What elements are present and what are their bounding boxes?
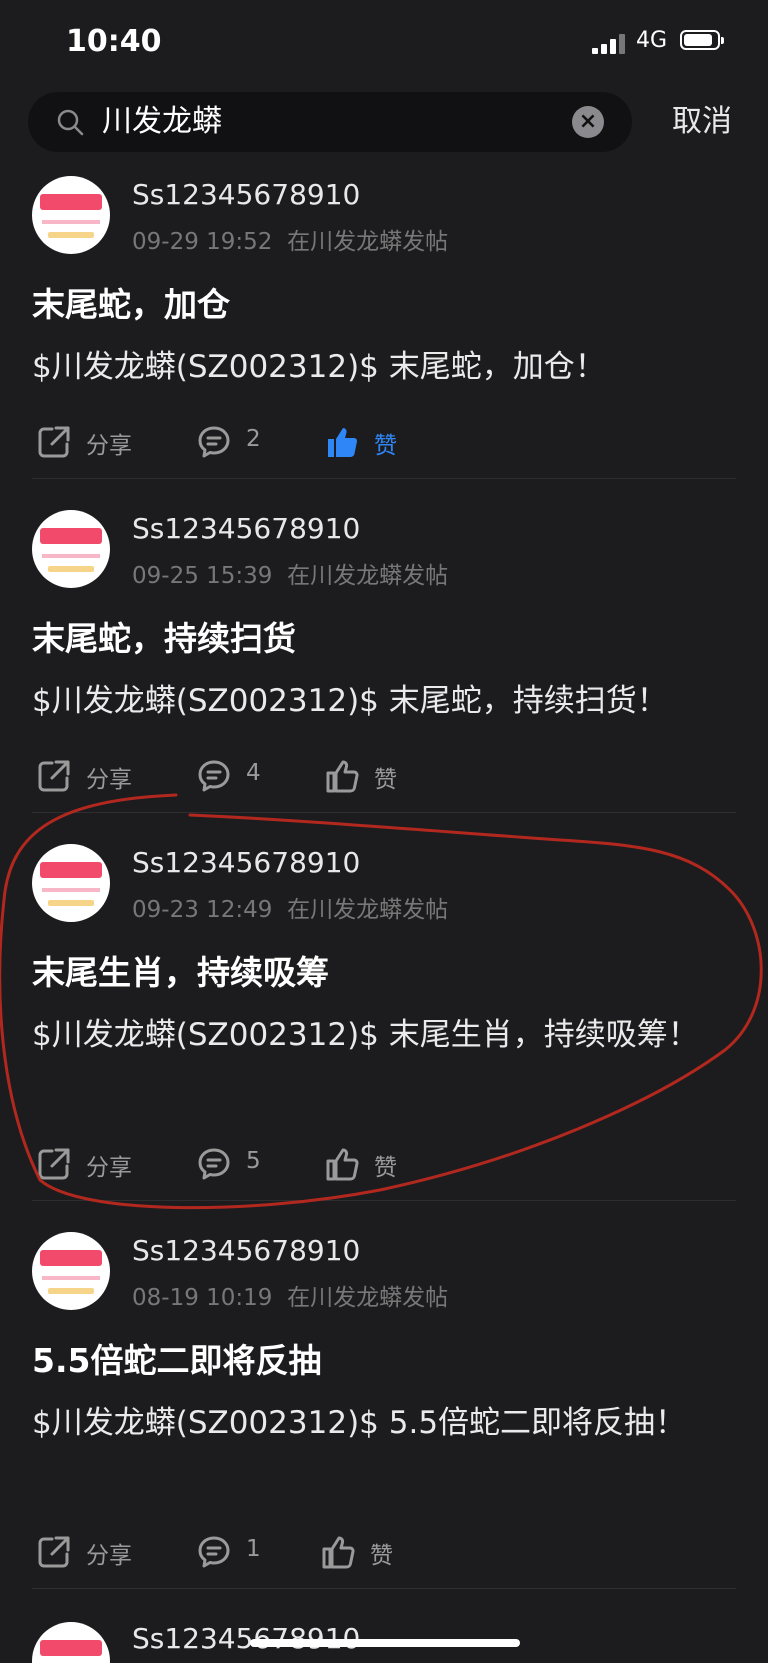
post-location[interactable]: 在川发龙蟒发帖 bbox=[287, 1285, 448, 1311]
search-bar[interactable]: 川发龙蟒 × bbox=[28, 92, 632, 152]
divider bbox=[32, 812, 736, 813]
comment-button[interactable]: 2 bbox=[196, 416, 276, 466]
post-location[interactable]: 在川发龙蟒发帖 bbox=[287, 229, 448, 255]
comment-count: 1 bbox=[246, 1536, 261, 1562]
avatar[interactable] bbox=[32, 1232, 110, 1310]
thumbs-up-icon bbox=[326, 1148, 359, 1181]
battery-icon bbox=[680, 30, 724, 50]
thumbs-up-icon bbox=[322, 1536, 355, 1569]
post-date: 08-19 10:19 bbox=[132, 1285, 273, 1311]
username[interactable]: Ss12345678910 bbox=[132, 178, 360, 211]
divider bbox=[32, 1200, 736, 1201]
comment-count: 4 bbox=[246, 760, 261, 786]
share-button[interactable]: 分享 bbox=[36, 750, 136, 800]
username[interactable]: Ss12345678910 bbox=[132, 846, 360, 879]
post-title[interactable]: 5.5倍蛇二即将反抽 bbox=[32, 1334, 321, 1382]
post-actions: 分享 5 赞 bbox=[0, 1138, 768, 1188]
clear-icon[interactable]: × bbox=[572, 106, 604, 138]
username[interactable]: Ss12345678910 bbox=[132, 1234, 360, 1267]
like-label: 赞 bbox=[374, 1155, 397, 1181]
post-date: 09-25 15:39 bbox=[132, 563, 273, 589]
share-label: 分享 bbox=[86, 433, 132, 459]
share-label: 分享 bbox=[86, 767, 132, 793]
comment-button[interactable]: 5 bbox=[196, 1138, 276, 1188]
post-card[interactable]: Ss12345678910 08-19 10:19 在川发龙蟒发帖 5.5倍蛇二… bbox=[0, 1228, 768, 1588]
search-input[interactable]: 川发龙蟒 bbox=[102, 102, 222, 142]
thumbs-up-icon bbox=[326, 760, 359, 793]
share-label: 分享 bbox=[86, 1155, 132, 1181]
thumbs-up-icon bbox=[328, 428, 358, 458]
post-body[interactable]: $川发龙蟒(SZ002312)$ 末尾蛇，加仓！ bbox=[32, 344, 742, 390]
comment-count: 2 bbox=[246, 426, 261, 452]
post-actions: 分享 2 赞 bbox=[0, 416, 768, 466]
share-icon bbox=[38, 1148, 70, 1180]
cancel-button[interactable]: 取消 bbox=[672, 100, 732, 144]
avatar[interactable] bbox=[32, 844, 110, 922]
post-card[interactable]: Ss12345678910 09-23 12:49 在川发龙蟒发帖 末尾生肖，持… bbox=[0, 840, 768, 1200]
like-button[interactable]: 赞 bbox=[324, 750, 404, 800]
like-label: 赞 bbox=[370, 1543, 393, 1569]
search-icon bbox=[57, 109, 84, 136]
share-label: 分享 bbox=[86, 1543, 132, 1569]
comment-icon bbox=[198, 1536, 230, 1568]
like-label: 赞 bbox=[374, 433, 397, 459]
comment-icon bbox=[198, 1148, 230, 1180]
post-card[interactable]: Ss12345678910 09-25 15:39 在川发龙蟒发帖 末尾蛇，持续… bbox=[0, 506, 768, 812]
post-location[interactable]: 在川发龙蟒发帖 bbox=[287, 897, 448, 923]
post-body[interactable]: $川发龙蟒(SZ002312)$ 末尾蛇，持续扫货！ bbox=[32, 678, 742, 724]
avatar[interactable] bbox=[32, 510, 110, 588]
share-button[interactable]: 分享 bbox=[36, 1526, 136, 1576]
home-indicator[interactable] bbox=[250, 1639, 520, 1647]
post-body[interactable]: $川发龙蟒(SZ002312)$ 末尾生肖，持续吸筹！ bbox=[32, 1012, 742, 1058]
post-card[interactable]: Ss12345678910 09-29 19:52 在川发龙蟒发帖 末尾蛇，加仓… bbox=[0, 172, 768, 478]
comment-icon bbox=[198, 760, 230, 792]
post-meta: 09-25 15:39 在川发龙蟒发帖 bbox=[132, 556, 448, 590]
post-date: 09-23 12:49 bbox=[132, 897, 273, 923]
like-button[interactable]: 赞 bbox=[324, 416, 404, 466]
status-time: 10:40 bbox=[66, 24, 162, 59]
network-label: 4G bbox=[636, 28, 668, 53]
like-button[interactable]: 赞 bbox=[324, 1138, 404, 1188]
like-label: 赞 bbox=[374, 767, 397, 793]
comment-button[interactable]: 4 bbox=[196, 750, 276, 800]
share-icon bbox=[38, 426, 70, 458]
post-meta: 09-23 12:49 在川发龙蟒发帖 bbox=[132, 890, 448, 924]
like-button[interactable]: 赞 bbox=[320, 1526, 400, 1576]
post-actions: 分享 1 赞 bbox=[0, 1526, 768, 1576]
divider bbox=[32, 478, 736, 479]
share-icon bbox=[38, 1536, 70, 1568]
comment-count: 5 bbox=[246, 1148, 261, 1174]
comment-icon bbox=[198, 426, 230, 458]
comment-button[interactable]: 1 bbox=[196, 1526, 276, 1576]
post-body[interactable]: $川发龙蟒(SZ002312)$ 5.5倍蛇二即将反抽！ bbox=[32, 1400, 742, 1446]
signal-icon bbox=[592, 34, 626, 54]
status-bar: 10:40 4G bbox=[0, 0, 768, 86]
post-meta: 09-29 19:52 在川发龙蟒发帖 bbox=[132, 222, 448, 256]
avatar[interactable] bbox=[32, 1622, 110, 1663]
post-title[interactable]: 末尾蛇，持续扫货 bbox=[32, 612, 296, 660]
share-button[interactable]: 分享 bbox=[36, 1138, 136, 1188]
username[interactable]: Ss12345678910 bbox=[132, 512, 360, 545]
share-icon bbox=[38, 760, 70, 792]
post-title[interactable]: 末尾蛇，加仓 bbox=[32, 278, 230, 326]
post-title[interactable]: 末尾生肖，持续吸筹 bbox=[32, 946, 329, 994]
post-actions: 分享 4 赞 bbox=[0, 750, 768, 800]
post-location[interactable]: 在川发龙蟒发帖 bbox=[287, 563, 448, 589]
post-meta: 08-19 10:19 在川发龙蟒发帖 bbox=[132, 1278, 448, 1312]
divider bbox=[32, 1588, 736, 1589]
share-button[interactable]: 分享 bbox=[36, 416, 136, 466]
avatar[interactable] bbox=[32, 176, 110, 254]
post-date: 09-29 19:52 bbox=[132, 229, 273, 255]
